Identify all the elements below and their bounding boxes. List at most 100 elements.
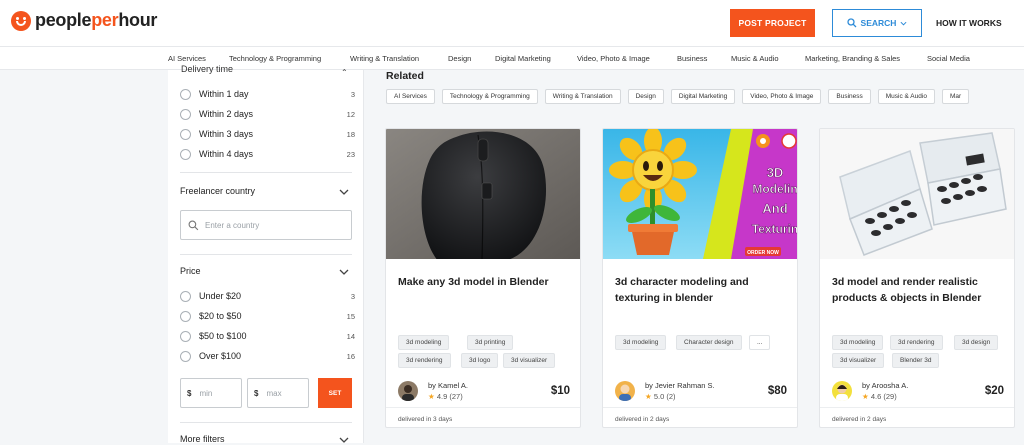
card-title[interactable]: 3d model and render realistic products &…: [832, 274, 1004, 306]
card-tag[interactable]: 3d design: [954, 335, 999, 350]
substance-icon: [781, 133, 797, 149]
card-tag[interactable]: 3d logo: [461, 353, 499, 368]
hourlie-card[interactable]: Make any 3d model in Blender 3d modeling…: [385, 128, 581, 428]
delivery-option[interactable]: Within 3 days 18: [180, 127, 355, 141]
min-price-input[interactable]: $ min: [180, 378, 242, 408]
seller-rating: ★ 4.9 (27): [428, 392, 463, 401]
card-tag[interactable]: 3d printing: [467, 335, 514, 350]
nav-item-social-media[interactable]: Social Media: [927, 54, 970, 63]
related-tag[interactable]: Writing & Translation: [544, 89, 621, 104]
related-tag[interactable]: Digital Marketing: [670, 89, 736, 104]
option-count: 14: [346, 331, 355, 341]
price-option[interactable]: Over $100 16: [180, 349, 355, 363]
price-title[interactable]: Price: [180, 266, 201, 276]
radio-button[interactable]: [180, 108, 191, 120]
seller-info: by Aroosha A. ★ 4.6 (29) $20: [832, 379, 1004, 403]
radio-button[interactable]: [180, 330, 191, 342]
delivery-time: delivered in 2 days: [820, 407, 1014, 427]
card-tag[interactable]: Character design: [676, 335, 742, 350]
divider: [180, 422, 352, 423]
card-tag[interactable]: Blender 3d: [892, 353, 940, 368]
banner-text: Texturin: [752, 222, 798, 236]
delivery-option[interactable]: Within 4 days 23: [180, 147, 355, 161]
card-price: $20: [984, 385, 1004, 397]
option-count: 3: [350, 291, 355, 301]
chevron-down-icon[interactable]: [339, 435, 349, 445]
country-search-field[interactable]: Enter a country: [180, 210, 352, 240]
card-price: $80: [767, 385, 787, 397]
card-tag[interactable]: 3d modeling: [832, 335, 884, 350]
star-icon: ★: [428, 392, 435, 401]
nav-item-design[interactable]: Design: [448, 54, 471, 63]
radio-button[interactable]: [180, 310, 191, 322]
card-tag[interactable]: 3d visualizer: [503, 353, 556, 368]
search-label: SEARCH: [860, 18, 897, 28]
option-count: 16: [346, 351, 355, 361]
nav-item-technology[interactable]: Technology & Programming: [229, 54, 321, 63]
card-tag[interactable]: 3d rendering: [398, 353, 451, 368]
radio-button[interactable]: [180, 350, 191, 362]
related-tag[interactable]: Technology & Programming: [441, 89, 538, 104]
freelancer-country-title[interactable]: Freelancer country: [180, 186, 255, 196]
how-it-works-link[interactable]: HOW IT WORKS: [936, 18, 1002, 28]
delivery-time-title[interactable]: Delivery time: [181, 64, 233, 74]
card-tag[interactable]: 3d visualizer: [832, 353, 885, 368]
nav-item-marketing-branding[interactable]: Marketing, Branding & Sales: [805, 54, 900, 63]
avatar[interactable]: [832, 381, 852, 401]
hourlie-card[interactable]: 3d model and render realistic products &…: [819, 128, 1015, 428]
seller-name[interactable]: by Kamel A.: [428, 381, 468, 390]
card-tag[interactable]: 3d modeling: [615, 335, 667, 350]
nav-item-music-audio[interactable]: Music & Audio: [731, 54, 779, 63]
nav-item-video-photo[interactable]: Video, Photo & Image: [577, 54, 650, 63]
price-option[interactable]: $50 to $100 14: [180, 329, 355, 343]
seller-name[interactable]: by Jevier Rahman S.: [645, 381, 715, 390]
seller-info: by Jevier Rahman S. ★ 5.0 (2) $80: [615, 379, 787, 403]
related-tag[interactable]: Design: [627, 89, 664, 104]
more-tags-button[interactable]: ...: [749, 335, 771, 350]
chevron-up-icon[interactable]: ⌃: [341, 68, 348, 77]
post-project-button[interactable]: POST PROJECT: [730, 9, 815, 37]
chevron-down-icon[interactable]: [339, 267, 349, 277]
banner-text: Modelin: [752, 182, 797, 196]
seller-name[interactable]: by Aroosha A.: [862, 381, 908, 390]
card-image-product[interactable]: [820, 129, 1014, 259]
option-label: Within 1 day: [199, 89, 249, 99]
card-title[interactable]: 3d character modeling and texturing in b…: [615, 274, 787, 306]
nav-item-ai-services[interactable]: AI Services: [168, 54, 206, 63]
search-button[interactable]: SEARCH: [832, 9, 922, 37]
logo[interactable]: peopleperhour: [11, 10, 157, 31]
card-tag[interactable]: 3d rendering: [890, 335, 943, 350]
radio-button[interactable]: [180, 88, 191, 100]
set-price-button[interactable]: SET: [318, 378, 352, 408]
nav-item-business[interactable]: Business: [677, 54, 707, 63]
hourlie-card[interactable]: 3D Modelin And Texturin ORDER NOW 3d cha…: [602, 128, 798, 428]
category-nav: AI Services Technology & Programming Wri…: [0, 46, 1024, 70]
related-tag[interactable]: Video, Photo & Image: [742, 89, 822, 104]
banner-text: 3D: [767, 165, 784, 180]
related-tag[interactable]: Mar: [941, 89, 970, 104]
option-label: $20 to $50: [199, 311, 242, 321]
star-icon: ★: [862, 392, 869, 401]
avatar[interactable]: [615, 381, 635, 401]
card-title[interactable]: Make any 3d model in Blender: [398, 274, 570, 290]
card-image-character[interactable]: 3D Modelin And Texturin ORDER NOW: [603, 129, 798, 259]
delivery-option[interactable]: Within 2 days 12: [180, 107, 355, 121]
related-tag[interactable]: Music & Audio: [877, 89, 935, 104]
price-option[interactable]: Under $20 3: [180, 289, 355, 303]
card-tag[interactable]: 3d modeling: [398, 335, 450, 350]
related-tag[interactable]: AI Services: [386, 89, 435, 104]
avatar[interactable]: [398, 381, 418, 401]
chevron-down-icon[interactable]: [339, 187, 349, 197]
radio-button[interactable]: [180, 128, 191, 140]
sunflower-image: 3D Modelin And Texturin ORDER NOW: [603, 129, 798, 259]
delivery-time: delivered in 2 days: [603, 407, 797, 427]
related-tag[interactable]: Business: [828, 89, 871, 104]
radio-button[interactable]: [180, 290, 191, 302]
delivery-option[interactable]: Within 1 day 3: [180, 87, 355, 101]
card-image-mouse[interactable]: [386, 129, 580, 259]
nav-item-writing[interactable]: Writing & Translation: [350, 54, 419, 63]
radio-button[interactable]: [180, 148, 191, 160]
nav-item-digital-marketing[interactable]: Digital Marketing: [495, 54, 551, 63]
max-price-input[interactable]: $ max: [247, 378, 309, 408]
price-option[interactable]: $20 to $50 15: [180, 309, 355, 323]
